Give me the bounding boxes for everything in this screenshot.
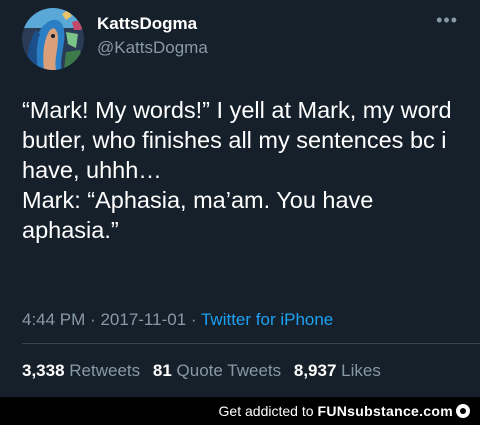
footer-text: Get addicted to [218,403,314,419]
retweets-stat[interactable]: 3,338 Retweets [22,361,140,380]
avatar[interactable] [22,8,84,70]
tweet-date[interactable]: 2017-11-01 [100,310,186,329]
divider [22,343,480,344]
tweet-card: KattsDogma @KattsDogma ••• “Mark! My wor… [0,0,480,395]
tweet-time[interactable]: 4:44 PM [22,310,85,329]
tweet-stats: 3,338 Retweets 81 Quote Tweets 8,937 Lik… [22,361,381,381]
retweets-label: Retweets [69,361,141,380]
user-handle[interactable]: @KattsDogma [97,38,208,58]
likes-count: 8,937 [293,361,337,380]
display-name[interactable]: KattsDogma [97,14,197,34]
quote-tweets-stat[interactable]: 81 Quote Tweets [153,361,281,380]
more-options-icon[interactable]: ••• [436,10,458,31]
quote-tweets-label: Quote Tweets [176,361,282,380]
likes-label: Likes [341,361,381,380]
funsubstance-logo-icon [456,404,470,418]
footer-brand: FUNsubstance.com [317,403,453,419]
meta-separator-2: · [190,310,197,329]
retweets-count: 3,338 [22,361,65,380]
tweet-meta: 4:44 PM · 2017-11-01 · Twitter for iPhon… [22,310,333,330]
tweet-source-link[interactable]: Twitter for iPhone [201,310,333,329]
likes-stat[interactable]: 8,937 Likes [294,361,381,380]
watermark-footer: Get addicted to FUNsubstance.com [0,397,480,425]
quote-tweets-count: 81 [152,361,172,380]
tweet-text: “Mark! My words!” I yell at Mark, my wor… [22,97,452,243]
meta-separator: · [90,310,96,329]
